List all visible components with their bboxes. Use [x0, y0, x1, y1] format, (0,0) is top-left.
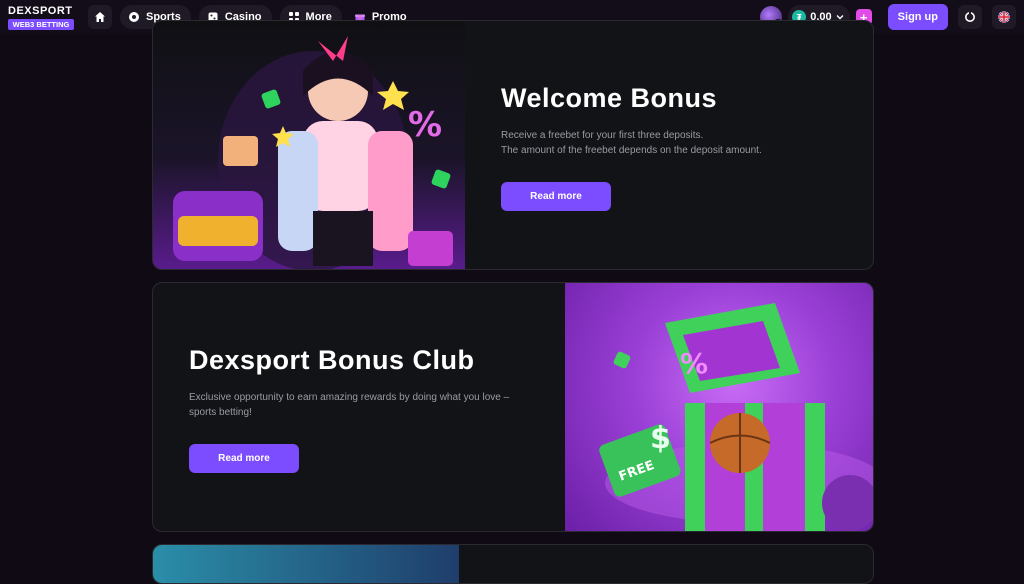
support-icon — [965, 11, 975, 22]
home-icon — [95, 12, 105, 22]
home-button[interactable] — [88, 5, 112, 29]
svg-text:%: % — [408, 105, 442, 145]
logo-brand-text: DEXSPORT — [8, 4, 73, 17]
promo-title: Welcome Bonus — [501, 83, 718, 113]
promo-description: Receive a freebet for your first three d… — [501, 128, 831, 158]
promo-card-partial — [152, 544, 874, 584]
language-button[interactable] — [992, 5, 1016, 29]
promo-card-bonus-club: Dexsport Bonus Club Exclusive opportunit… — [152, 282, 874, 532]
promo-description-line: Receive a freebet for your first three d… — [501, 130, 704, 141]
uk-flag-icon — [998, 11, 1010, 23]
logo-tagline: WEB3 BETTING — [8, 18, 74, 30]
bonus-club-text: Dexsport Bonus Club Exclusive opportunit… — [189, 345, 539, 473]
welcome-bonus-illustration: % — [153, 21, 465, 269]
signup-button[interactable]: Sign up — [887, 4, 948, 30]
promo-description-line: Exclusive opportunity to earn amazing re… — [189, 392, 510, 403]
soccer-ball-icon — [129, 12, 139, 22]
promo-illustration-partial — [153, 545, 459, 583]
read-more-button[interactable]: Read more — [501, 182, 611, 211]
support-button[interactable] — [958, 5, 982, 29]
promo-title: Dexsport Bonus Club — [189, 345, 475, 375]
dexsport-logo[interactable]: DEXSPORT WEB3 BETTING — [8, 3, 78, 31]
promo-description-line: sports betting! — [189, 407, 252, 418]
promo-card-welcome-bonus: % Welcome Bonus Receive a freebet for yo… — [152, 20, 874, 270]
svg-text:%: % — [680, 347, 708, 380]
promo-description: Exclusive opportunity to earn amazing re… — [189, 390, 539, 420]
welcome-bonus-text: Welcome Bonus Receive a freebet for your… — [501, 83, 831, 211]
read-more-button[interactable]: Read more — [189, 444, 299, 473]
bonus-club-illustration: FREE $ % — [565, 283, 873, 531]
promo-description-line: The amount of the freebet depends on the… — [501, 145, 762, 156]
svg-text:$: $ — [650, 421, 671, 456]
